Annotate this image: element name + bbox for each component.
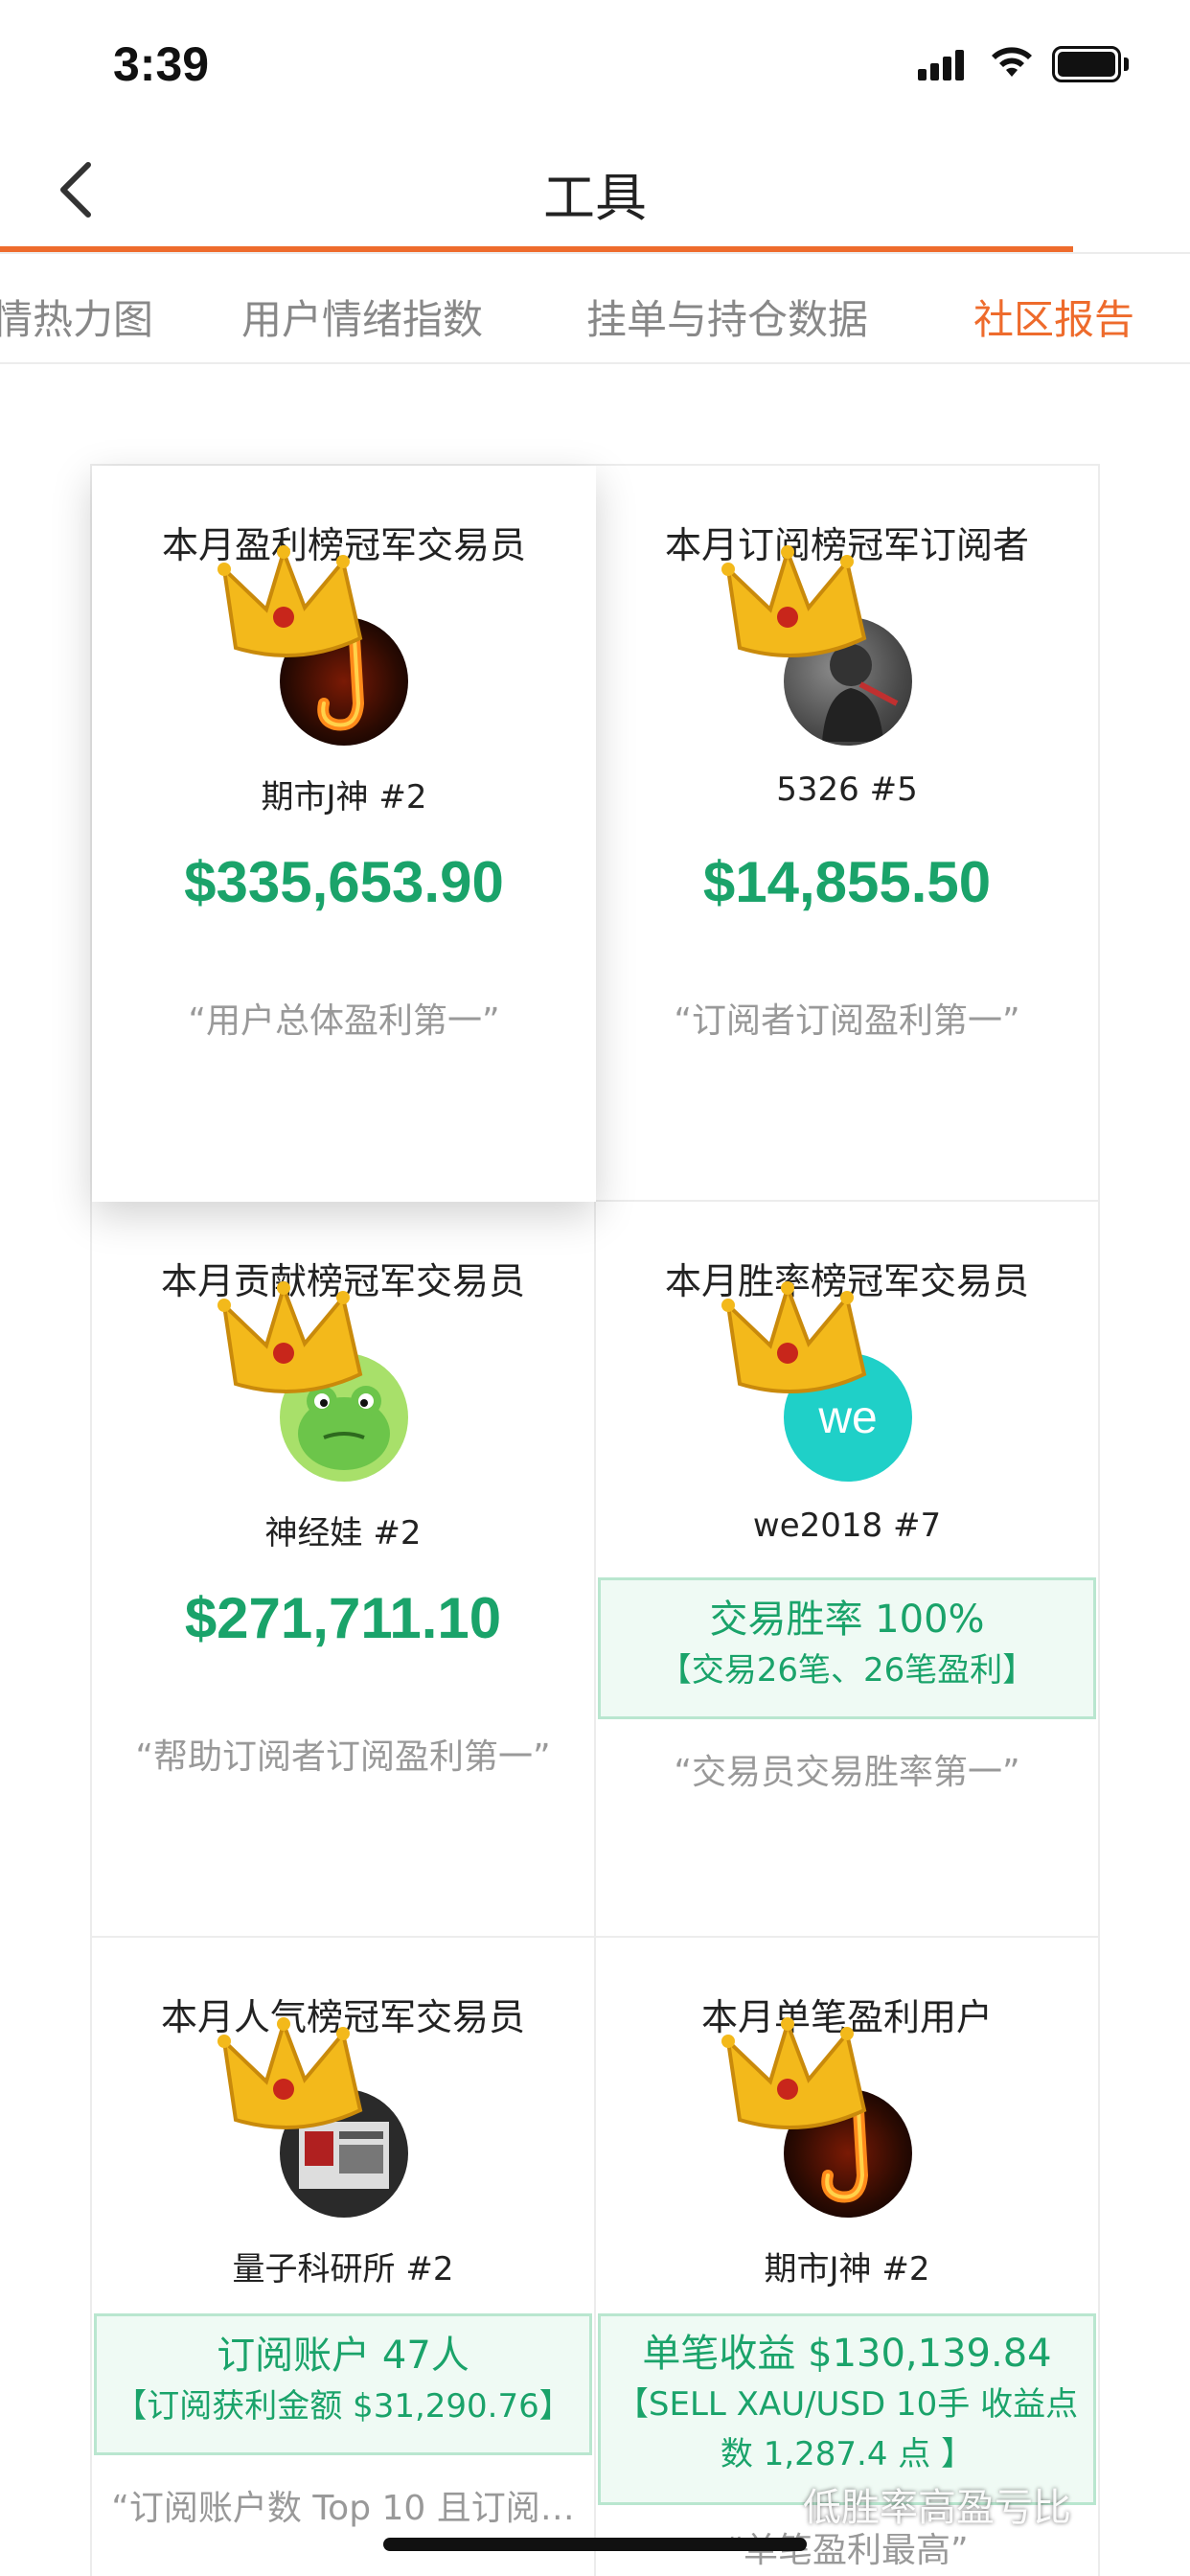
tab-user-sentiment[interactable]: 用户情绪指数 bbox=[241, 288, 483, 346]
watermark: 低胜率高盈亏比 bbox=[803, 2486, 1071, 2530]
profit-amount: $271,711.10 bbox=[184, 1586, 502, 1650]
card-subscription-champion[interactable]: 本月订阅榜冠军订阅者 5326 #5 $14,855.50 “订阅者订阅盈利第一… bbox=[596, 466, 1100, 1202]
trader-name: we2018 #7 bbox=[752, 1506, 942, 1545]
card-quote: “订阅账户数 Top 10 且订阅… bbox=[111, 2489, 575, 2528]
crown-icon bbox=[217, 545, 363, 657]
crown-icon bbox=[217, 2017, 363, 2129]
card-winrate-champion[interactable]: 本月胜率榜冠军交易员 we we2018 #7 交易胜率 100% 【交易26笔… bbox=[596, 1202, 1100, 1938]
trader-name: 期市J神 #2 bbox=[764, 2250, 930, 2288]
stat-sub: 【交易26笔、26笔盈利】 bbox=[658, 1651, 1036, 1690]
trader-name: 5326 #5 bbox=[776, 770, 918, 809]
nav-bar: 工具 bbox=[0, 134, 1190, 249]
profit-amount: $14,855.50 bbox=[702, 850, 992, 914]
status-bar: 3:39 bbox=[0, 0, 1190, 134]
card-quote: “订阅者订阅盈利第一” bbox=[674, 1001, 1020, 1041]
report-grid: 本月盈利榜冠军交易员 期市J神 #2 $335,653.90 “用户总体盈利第一… bbox=[90, 464, 1100, 2576]
stat-sub: 【订阅获利金额 $31,290.76】 bbox=[114, 2387, 572, 2426]
stat-main: 订阅账户 47人 bbox=[217, 2334, 469, 2378]
trader-name: 神经娃 #2 bbox=[264, 1514, 422, 1552]
crown-icon bbox=[721, 545, 867, 657]
crown-icon bbox=[721, 1281, 867, 1393]
crown-icon bbox=[721, 2017, 867, 2129]
stat-box: 订阅账户 47人 【订阅获利金额 $31,290.76】 bbox=[94, 2313, 592, 2455]
tab-orders-positions[interactable]: 挂单与持仓数据 bbox=[586, 288, 868, 346]
stat-main: 交易胜率 100% bbox=[709, 1598, 985, 1642]
stat-box: 交易胜率 100% 【交易26笔、26笔盈利】 bbox=[598, 1577, 1096, 1719]
card-contribution-champion[interactable]: 本月贡献榜冠军交易员 神经娃 #2 $271,711.10 “帮助订阅者订阅盈利… bbox=[92, 1202, 596, 1938]
page-title: 工具 bbox=[543, 168, 647, 228]
tab-bar: 情热力图 用户情绪指数 挂单与持仓数据 社区报告 bbox=[0, 259, 1190, 364]
card-quote: “用户总体盈利第一” bbox=[188, 1001, 500, 1041]
divider bbox=[0, 252, 1190, 254]
stat-main: 单笔收益 $130,139.84 bbox=[642, 2332, 1052, 2376]
trader-name: 期市J神 #2 bbox=[261, 778, 427, 816]
screen: 3:39 工具 情热力图 用户情绪指数 挂单与持仓数据 社区报告 本月盈利榜冠军… bbox=[0, 0, 1190, 2576]
crown-icon bbox=[217, 1281, 363, 1393]
battery-icon bbox=[1052, 46, 1129, 82]
cellular-signal-icon bbox=[918, 50, 966, 80]
card-quote: “交易员交易胜率第一” bbox=[674, 1753, 1020, 1792]
status-time: 3:39 bbox=[113, 37, 210, 91]
wifi-icon bbox=[992, 47, 1032, 77]
tab-community-report[interactable]: 社区报告 bbox=[973, 288, 1134, 346]
stat-sub: 【SELL XAU/USD 10手 收益点 bbox=[615, 2385, 1079, 2424]
card-profit-champion[interactable]: 本月盈利榜冠军交易员 期市J神 #2 $335,653.90 “用户总体盈利第一… bbox=[92, 466, 596, 1202]
tab-heatmap[interactable]: 情热力图 bbox=[0, 288, 153, 346]
trader-name: 量子科研所 #2 bbox=[232, 2250, 454, 2288]
home-indicator[interactable] bbox=[383, 2538, 807, 2551]
profit-amount: $335,653.90 bbox=[184, 850, 504, 914]
card-quote: “帮助订阅者订阅盈利第一” bbox=[135, 1737, 551, 1777]
card-popularity-champion[interactable]: 本月人气榜冠军交易员 量子科研所 #2 订阅账户 47人 【订阅获利金额 $31… bbox=[92, 1938, 596, 2576]
stat-sub-continued: 数 1,287.4 点 】 bbox=[720, 2435, 974, 2473]
divider bbox=[0, 362, 1190, 364]
